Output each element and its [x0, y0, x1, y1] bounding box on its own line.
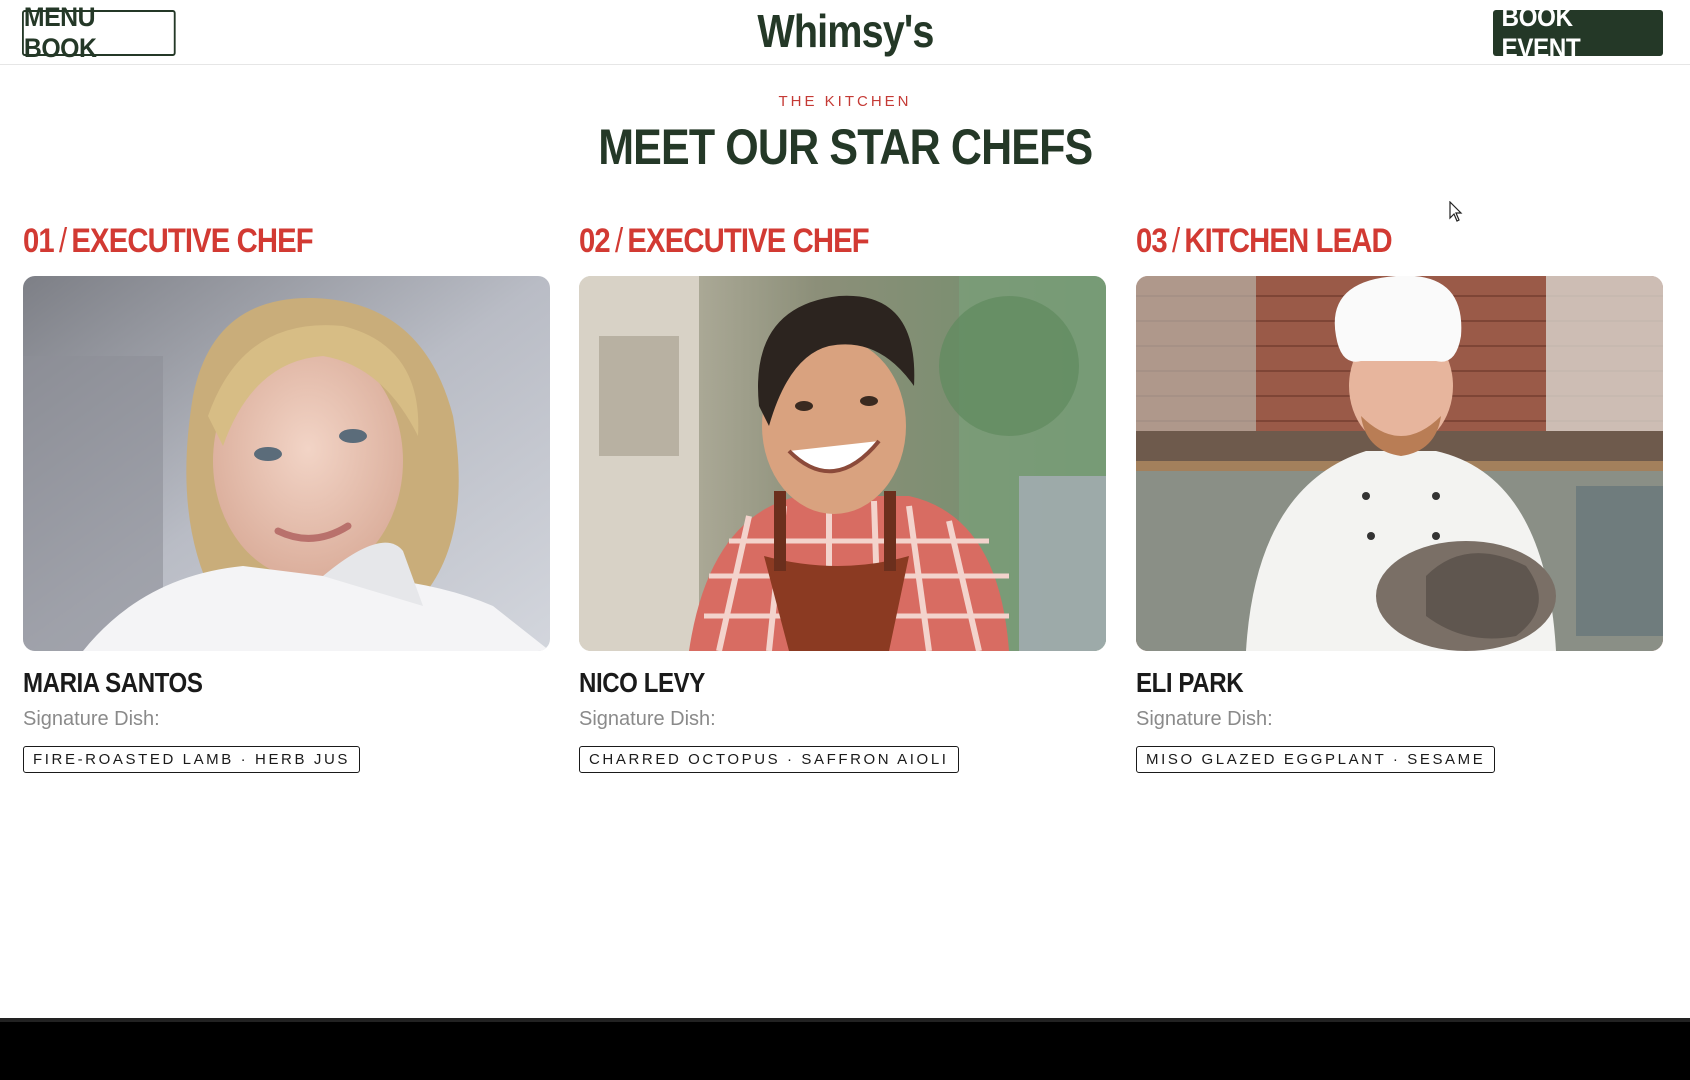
- chef-photo: [1136, 276, 1663, 651]
- chef-photo-image: [579, 276, 1106, 651]
- chef-photo: [23, 276, 550, 651]
- chef-name-text: NICO LEVY: [579, 667, 705, 698]
- bottom-bar: [0, 1018, 1690, 1080]
- chef-role-heading: 03/KITCHEN LEAD: [1136, 222, 1663, 262]
- chef-card: 01/EXECUTIVE CHEF MARIA SANTOS Signature…: [23, 222, 550, 773]
- chef-number: 02: [579, 222, 611, 260]
- chef-name: NICO LEVY: [579, 667, 725, 699]
- section-title-text: MEET OUR STAR CHEFS: [597, 119, 1093, 175]
- signature-dish-label: Signature Dish:: [579, 708, 716, 730]
- book-event-label: BOOK EVENT: [1501, 2, 1581, 63]
- chef-number: 01: [23, 222, 55, 260]
- role-divider: /: [58, 222, 67, 260]
- signature-dish-label: Signature Dish:: [23, 708, 160, 730]
- role-divider: /: [614, 222, 623, 260]
- chef-card: 03/KITCHEN LEAD ELI PARK Signature Dish:…: [1136, 222, 1663, 773]
- logo-text: Whimsy's: [756, 5, 934, 57]
- chef-role: EXECUTIVE CHEF: [71, 222, 313, 260]
- chef-name-text: MARIA SANTOS: [23, 667, 203, 698]
- section-title: MEET OUR STAR CHEFS: [0, 118, 1690, 176]
- section-eyebrow: THE KITCHEN: [778, 93, 912, 110]
- chef-card: 02/EXECUTIVE CHEF NICO LEVY Signature Di…: [579, 222, 1106, 773]
- top-navigation: MENU BOOK Whimsy's BOOK EVENT: [0, 0, 1690, 65]
- signature-dish-tag: MISO GLAZED EGGPLANT · SESAME: [1136, 746, 1496, 773]
- chef-photo-image: [23, 276, 550, 651]
- chef-photo: [579, 276, 1106, 651]
- chef-role: EXECUTIVE CHEF: [627, 222, 869, 260]
- chef-number: 03: [1136, 222, 1168, 260]
- signature-dish-label: Signature Dish:: [1136, 708, 1273, 730]
- chef-name-text: ELI PARK: [1136, 667, 1244, 698]
- signature-dish-tag: CHARRED OCTOPUS · SAFFRON AIOLI: [579, 746, 959, 773]
- book-event-button[interactable]: BOOK EVENT: [1493, 2, 1663, 63]
- site-logo[interactable]: Whimsy's: [0, 4, 1690, 58]
- chef-name: ELI PARK: [1136, 667, 1261, 699]
- chef-role-heading: 02/EXECUTIVE CHEF: [579, 222, 1106, 262]
- chef-photo-image: [1136, 276, 1663, 651]
- chef-name: MARIA SANTOS: [23, 667, 232, 699]
- role-divider: /: [1171, 222, 1180, 260]
- mouse-pointer-icon: [1449, 201, 1463, 222]
- chef-role-heading: 01/EXECUTIVE CHEF: [23, 222, 550, 262]
- signature-dish-tag: FIRE-ROASTED LAMB · HERB JUS: [23, 746, 360, 773]
- chef-role: KITCHEN LEAD: [1184, 222, 1392, 260]
